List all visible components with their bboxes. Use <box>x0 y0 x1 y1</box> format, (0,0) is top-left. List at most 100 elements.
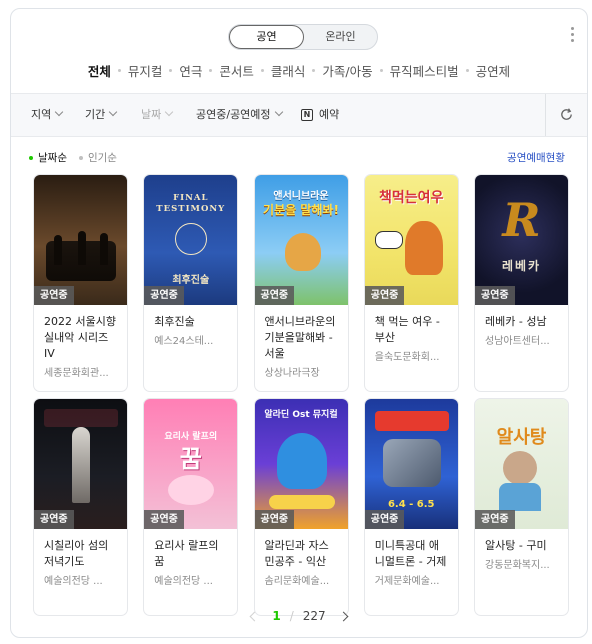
filter-bar: 지역 기간 날짜 공연중/공연예정 N 예약 <box>11 93 587 137</box>
chevron-down-icon <box>274 107 283 117</box>
performance-card[interactable]: R 레베카 공연중 레베카 - 성남 성남아트센터... <box>474 174 569 392</box>
card-venue: 솜리문화예술... <box>264 576 330 587</box>
status-filter[interactable]: 공연중/공연예정 <box>196 94 283 136</box>
poster-image: R 레베카 공연중 <box>475 175 568 305</box>
lamp-title-shape <box>268 495 335 509</box>
poster-image: 책먹는여우 공연중 <box>364 175 458 305</box>
date-filter[interactable]: 날짜 <box>141 94 174 136</box>
card-venue: 성남아트센터... <box>485 336 550 347</box>
current-page: 1 <box>272 609 281 623</box>
status-filter-label: 공연중/공연예정 <box>196 108 271 121</box>
dancer-illustration <box>168 475 215 505</box>
booking-status-link[interactable]: 공연예매현황 <box>507 150 565 165</box>
category-all[interactable]: 전체 <box>88 61 111 80</box>
card-venue: 세종문화회관... <box>44 368 109 379</box>
card-title: 책 먹는 여우 - 부산 <box>374 315 440 344</box>
chevron-down-icon <box>165 107 174 117</box>
card-venue: 상상나라극장 <box>264 368 320 379</box>
poster-title: 책먹는여우 <box>379 190 444 206</box>
toggle-online[interactable]: 온라인 <box>304 25 377 49</box>
status-badge: 공연중 <box>34 286 74 305</box>
status-badge: 공연중 <box>144 286 184 305</box>
category-family[interactable]: 가족/아동 <box>322 61 372 80</box>
chevron-down-icon <box>109 107 118 117</box>
sort-by-date[interactable]: 날짜순 <box>29 150 67 165</box>
performance-card[interactable]: 알사탕 공연중 알사탕 - 구미 강동문화복지... <box>474 398 569 616</box>
more-options-icon[interactable] <box>567 27 577 45</box>
card-venue: 을숙도문화회... <box>374 352 440 363</box>
sort-by-date-label: 날짜순 <box>38 152 67 164</box>
child-body <box>499 483 541 511</box>
status-badge: 공연중 <box>364 286 405 305</box>
performance-card[interactable]: 요리사 랄프의 꿈 공연중 요리사 랄프의 꿈 예술의전당 ... <box>143 398 239 616</box>
category-concert[interactable]: 콘서트 <box>219 61 254 80</box>
poster-image: 공연중 <box>34 175 127 305</box>
status-badge: 공연중 <box>144 510 184 529</box>
dot-icon <box>29 155 33 160</box>
poster-image: 알라딘 Ost 뮤지컬 공연중 <box>254 399 348 529</box>
chevron-right-icon[interactable] <box>338 611 349 621</box>
card-title: 알사탕 - 구미 <box>485 539 547 552</box>
poster-logo-banner <box>374 411 449 431</box>
poster-emblem <box>175 223 208 255</box>
toggle-performance[interactable]: 공연 <box>229 25 304 49</box>
status-badge: 공연중 <box>475 286 515 305</box>
page-separator: / <box>289 609 294 623</box>
refresh-button[interactable] <box>545 94 587 136</box>
separator-dot <box>312 69 316 72</box>
category-musical[interactable]: 뮤지컬 <box>128 61 163 80</box>
separator-dot <box>465 69 469 72</box>
performance-grid: 공연중 2022 서울시향 실내악 시리즈 IV 세종문화회관... FINAL… <box>33 174 569 616</box>
category-play[interactable]: 연극 <box>179 61 202 80</box>
fox-character <box>404 221 443 275</box>
refresh-icon <box>561 108 572 120</box>
sort-by-popularity-label: 인기순 <box>87 152 117 164</box>
performance-card[interactable]: FINAL TESTIMONY 최후진술 공연중 최후진술 예스24스테... <box>143 174 239 392</box>
separator-dot <box>169 69 173 72</box>
separator-dot <box>117 69 121 72</box>
poster-image: 요리사 랄프의 꿈 공연중 <box>144 399 238 529</box>
card-venue: 거제문화예술... <box>374 576 440 587</box>
dot-icon <box>78 155 83 160</box>
performance-card[interactable]: 앤서니브라운 기분을 말해봐! 공연중 앤서니브라운의 기분을말해봐 - 서울 … <box>253 174 349 392</box>
separator-dot <box>260 69 264 72</box>
poster-title-ornament <box>44 409 118 427</box>
category-classic[interactable]: 클래식 <box>271 61 306 80</box>
poster-image: 6.4 - 6.5 공연중 <box>364 399 458 529</box>
poster-title: 알라딘 Ost 뮤지컬 <box>264 410 338 420</box>
card-title: 최후진술 <box>154 315 195 328</box>
performance-card[interactable]: 책먹는여우 공연중 책 먹는 여우 - 부산 을숙도문화회... <box>363 174 459 392</box>
status-badge: 공연중 <box>364 510 405 529</box>
separator-dot <box>379 69 383 72</box>
card-venue: 강동문화복지... <box>485 560 550 571</box>
poster-subtitle: 기분을 말해봐! <box>263 203 339 217</box>
genie-character <box>276 433 327 489</box>
child-face <box>503 451 537 485</box>
poster-subtitle: 꿈 <box>179 445 202 473</box>
card-title: 레베카 - 성남 <box>485 315 547 328</box>
card-venue: 예술의전당 ... <box>154 576 213 587</box>
poster-title: 앤서니브라운 <box>273 191 329 202</box>
chevron-left-icon[interactable] <box>249 611 260 621</box>
performance-card[interactable]: 알라딘 Ost 뮤지컬 공연중 알라딘과 자스 민공주 - 익산 솜리문화예술.… <box>253 398 349 616</box>
card-title: 요리사 랄프의 꿈 <box>154 539 219 568</box>
card-title: 미니특공대 애 니멀트론 - 거제 <box>374 539 447 568</box>
performance-card[interactable]: 공연중 시칠리아 섬의 저녁기도 예술의전당 ... <box>33 398 128 616</box>
period-filter[interactable]: 기간 <box>85 94 118 136</box>
naver-n-icon: N <box>301 109 313 121</box>
category-music-festival[interactable]: 뮤직페스티벌 <box>390 61 459 80</box>
category-festival[interactable]: 공연제 <box>476 61 511 80</box>
speech-bubble <box>374 231 403 249</box>
sort-by-popularity[interactable]: 인기순 <box>78 150 117 165</box>
poster-title: 알사탕 <box>496 427 547 448</box>
region-filter[interactable]: 지역 <box>31 94 64 136</box>
total-pages: 227 <box>302 609 326 623</box>
performance-panel: 공연 온라인 전체 뮤지컬 연극 콘서트 클래식 가족/아동 뮤직페스티벌 공연… <box>10 8 588 638</box>
card-title: 시칠리아 섬의 저녁기도 <box>44 539 109 568</box>
status-badge: 공연중 <box>475 510 515 529</box>
naver-booking-filter[interactable]: N 예약 <box>301 94 339 136</box>
poster-subtitle: 최후진술 <box>172 275 210 286</box>
performance-card[interactable]: 6.4 - 6.5 공연중 미니특공대 애 니멀트론 - 거제 거제문화예술..… <box>363 398 459 616</box>
poster-title: FINAL TESTIMONY <box>156 193 226 214</box>
performance-card[interactable]: 공연중 2022 서울시향 실내악 시리즈 IV 세종문화회관... <box>33 174 128 392</box>
